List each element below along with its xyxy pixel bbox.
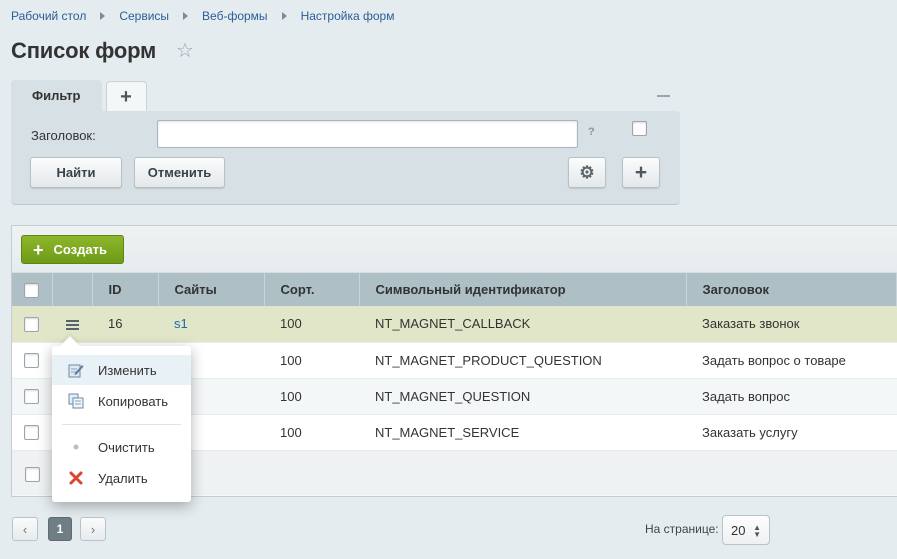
menu-separator: [62, 424, 181, 425]
menu-item-label: Удалить: [98, 470, 148, 486]
row-context-menu: Изменить Копировать Очистить Удалить: [52, 346, 191, 502]
add-filter-tab-button[interactable]: +: [105, 81, 147, 112]
column-header-code[interactable]: Символьный идентификатор: [359, 273, 687, 306]
breadcrumb-item-webforms[interactable]: Веб-формы: [202, 9, 268, 23]
cell-code: NT_MAGNET_SERVICE: [359, 414, 686, 451]
breadcrumb-item-services[interactable]: Сервисы: [119, 9, 169, 23]
breadcrumb-separator-icon: [100, 12, 106, 20]
row-checkbox[interactable]: [24, 316, 39, 332]
cancel-button[interactable]: Отменить: [134, 157, 225, 188]
column-header-title[interactable]: Заголовок: [686, 273, 897, 306]
cell-site: s1: [158, 306, 264, 343]
filter-tabs: Фильтр +: [11, 80, 147, 112]
actions-header: [52, 273, 93, 306]
chevron-left-icon: ‹: [22, 521, 28, 537]
cell-code: NT_MAGNET_QUESTION: [359, 378, 686, 415]
table-header-row: ID Сайты Сорт. Символьный идентификатор …: [12, 273, 897, 306]
column-header-sort[interactable]: Сорт.: [264, 273, 360, 306]
footer-select-checkbox[interactable]: [25, 466, 40, 482]
row-select-cell: [12, 342, 52, 379]
breadcrumb-separator-icon: [281, 12, 287, 20]
breadcrumb-separator-icon: [183, 12, 189, 20]
filter-title-input[interactable]: [157, 120, 578, 148]
edit-icon: [68, 362, 84, 378]
next-page-button[interactable]: ›: [80, 517, 106, 541]
gear-icon: ⚙: [579, 162, 595, 182]
menu-item-label: Копировать: [98, 393, 168, 409]
breadcrumb: Рабочий стол Сервисы Веб-формы Настройка…: [11, 9, 394, 23]
star-icon[interactable]: ☆: [176, 41, 196, 61]
per-page-label: На странице:: [645, 522, 719, 536]
row-select-cell: [12, 306, 52, 343]
cell-code: NT_MAGNET_PRODUCT_QUESTION: [359, 342, 686, 379]
filter-title-label: Заголовок:: [31, 128, 96, 143]
cell-code: NT_MAGNET_CALLBACK: [359, 306, 686, 343]
plus-icon: +: [634, 160, 648, 184]
delete-icon: [68, 470, 84, 486]
cell-id: 16: [92, 306, 158, 343]
per-page-value: 20: [731, 522, 746, 538]
menu-item-label: Очистить: [98, 439, 155, 455]
row-checkbox[interactable]: [24, 425, 39, 441]
column-header-sites[interactable]: Сайты: [158, 273, 265, 306]
filter-settings-button[interactable]: ⚙: [568, 157, 606, 188]
cell-title: Задать вопрос: [686, 378, 897, 415]
page-number-current[interactable]: 1: [48, 517, 72, 541]
menu-item-edit[interactable]: Изменить: [52, 355, 191, 385]
add-filter-field-button[interactable]: +: [622, 157, 660, 188]
row-checkbox[interactable]: [24, 389, 39, 405]
create-button[interactable]: + Создать: [21, 235, 124, 264]
cell-title: Задать вопрос о товаре: [686, 342, 897, 379]
chevron-right-icon: ›: [90, 521, 96, 537]
menu-item-label: Изменить: [98, 362, 157, 378]
filter-panel: Заголовок: ? Найти Отменить ⚙ +: [11, 111, 680, 205]
find-button[interactable]: Найти: [30, 157, 122, 188]
row-checkbox[interactable]: [24, 353, 39, 369]
menu-item-delete[interactable]: Удалить: [52, 463, 191, 493]
plus-icon: +: [33, 239, 44, 260]
help-icon[interactable]: ?: [588, 126, 595, 138]
breadcrumb-item-form-settings[interactable]: Настройка форм: [301, 9, 395, 23]
cell-sort: 100: [264, 342, 359, 379]
cell-title: Заказать услугу: [686, 414, 897, 451]
dot-icon: [68, 439, 84, 455]
select-all-header: [12, 273, 53, 306]
column-header-id[interactable]: ID: [92, 273, 159, 306]
cell-sort: 100: [264, 306, 359, 343]
row-actions-cell: [52, 306, 92, 343]
menu-item-copy[interactable]: Копировать: [52, 386, 191, 416]
tab-filter[interactable]: Фильтр: [11, 80, 102, 112]
row-select-cell: [12, 414, 52, 451]
cell-sort: 100: [264, 414, 359, 451]
create-button-label: Создать: [53, 242, 107, 257]
select-arrows-icon: ▲ ▼: [753, 523, 761, 539]
per-page-select[interactable]: 20 ▲ ▼: [722, 515, 770, 545]
copy-icon: [68, 393, 84, 409]
prev-page-button[interactable]: ‹: [12, 517, 38, 541]
grid-toolbar: + Создать: [12, 226, 897, 273]
site-link[interactable]: s1: [174, 316, 188, 331]
table-row[interactable]: 16 s1 100 NT_MAGNET_CALLBACK Заказать зв…: [12, 306, 897, 343]
row-select-cell: [12, 378, 52, 415]
minimize-icon[interactable]: [657, 95, 670, 97]
menu-item-clear[interactable]: Очистить: [52, 432, 191, 462]
breadcrumb-item-desktop[interactable]: Рабочий стол: [11, 9, 86, 23]
cell-title: Заказать звонок: [686, 306, 897, 343]
filter-field-checkbox[interactable]: [632, 121, 647, 136]
page-title: Список форм: [11, 38, 157, 63]
hamburger-menu-icon[interactable]: [66, 319, 79, 330]
cell-sort: 100: [264, 378, 359, 415]
select-all-checkbox[interactable]: [24, 282, 39, 298]
